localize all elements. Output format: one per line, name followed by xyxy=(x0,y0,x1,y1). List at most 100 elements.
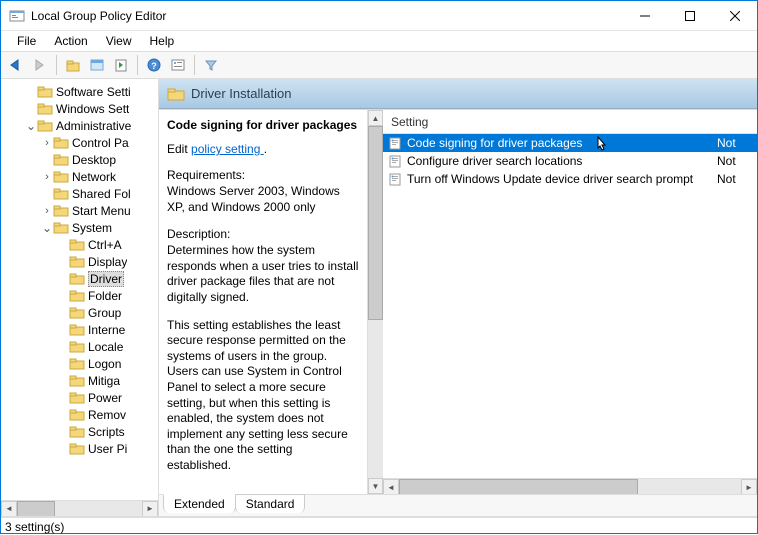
folder-icon xyxy=(69,238,85,252)
tree-item[interactable]: Shared Fol xyxy=(1,185,158,202)
tree-item-label: Administrative xyxy=(56,119,131,133)
menu-file[interactable]: File xyxy=(9,33,44,49)
folder-icon xyxy=(53,221,69,235)
menu-help[interactable]: Help xyxy=(142,33,183,49)
description-vertical-scrollbar[interactable]: ▲ ▼ xyxy=(367,110,383,494)
scroll-thumb[interactable] xyxy=(399,479,638,494)
tree-item[interactable]: ›Network xyxy=(1,168,158,185)
filter-button[interactable] xyxy=(200,54,222,76)
minimize-button[interactable] xyxy=(622,1,667,30)
edit-policy-link-row: Edit policy setting . xyxy=(167,142,359,156)
tree-item[interactable]: Mitiga xyxy=(1,372,158,389)
folder-icon xyxy=(53,204,69,218)
close-button[interactable] xyxy=(712,1,757,30)
scroll-right-button[interactable]: ► xyxy=(142,501,158,517)
tree-item[interactable]: Windows Sett xyxy=(1,100,158,117)
tab-extended[interactable]: Extended xyxy=(163,494,236,513)
help-button[interactable]: ? xyxy=(143,54,165,76)
folder-icon xyxy=(37,119,53,133)
settings-list-pane: Setting Code signing for driver packages… xyxy=(383,110,757,494)
tree-item[interactable]: Software Setti xyxy=(1,83,158,100)
maximize-button[interactable] xyxy=(667,1,712,30)
tree-item[interactable]: Display xyxy=(1,253,158,270)
back-button[interactable] xyxy=(5,54,27,76)
export-button[interactable] xyxy=(110,54,132,76)
scroll-left-button[interactable]: ◄ xyxy=(1,501,17,517)
tree-item[interactable]: › Control Pa xyxy=(1,134,158,151)
titlebar: Local Group Policy Editor xyxy=(1,1,757,31)
chevron-right-icon[interactable]: › xyxy=(41,137,53,149)
tree-item-label: Group xyxy=(88,306,121,320)
tree-item[interactable]: Ctrl+A xyxy=(1,236,158,253)
tree-item[interactable]: Driver xyxy=(1,270,158,287)
scroll-down-button[interactable]: ▼ xyxy=(368,478,383,494)
tree-item-label: Control Pa xyxy=(72,136,129,150)
list-setting-state: Not xyxy=(717,172,757,186)
content-header: Driver Installation xyxy=(159,79,757,109)
scroll-right-button[interactable]: ► xyxy=(741,479,757,494)
app-icon xyxy=(9,8,25,24)
tree-item[interactable]: Interne xyxy=(1,321,158,338)
up-button[interactable] xyxy=(62,54,84,76)
folder-icon xyxy=(53,187,69,201)
tree-item[interactable]: Logon xyxy=(1,355,158,372)
tree-horizontal-scrollbar[interactable]: ◄ ► xyxy=(1,500,158,516)
list-row[interactable]: Code signing for driver packagesNot xyxy=(383,134,757,152)
folder-icon xyxy=(69,306,85,320)
tree-item-label: Interne xyxy=(88,323,125,337)
toolbar-separator xyxy=(194,55,195,75)
window-title: Local Group Policy Editor xyxy=(31,9,622,23)
list-setting-name: Turn off Windows Update device driver se… xyxy=(407,172,717,186)
scroll-left-button[interactable]: ◄ xyxy=(383,479,399,494)
toolbar: ? xyxy=(1,51,757,79)
tree-item[interactable]: ⌄System xyxy=(1,219,158,236)
tree-item[interactable]: Locale xyxy=(1,338,158,355)
list-setting-state: Not xyxy=(717,154,757,168)
menu-view[interactable]: View xyxy=(98,33,140,49)
folder-icon xyxy=(53,170,69,184)
menu-action[interactable]: Action xyxy=(46,33,95,49)
scroll-thumb[interactable] xyxy=(368,126,383,320)
list-horizontal-scrollbar[interactable]: ◄ ► xyxy=(383,478,757,494)
refresh-button[interactable] xyxy=(86,54,108,76)
tab-standard[interactable]: Standard xyxy=(235,494,306,513)
scroll-up-button[interactable]: ▲ xyxy=(368,110,383,126)
folder-icon xyxy=(167,87,185,101)
tree-item-label: Driver xyxy=(88,271,124,287)
tree-item[interactable]: Remov xyxy=(1,406,158,423)
properties-button[interactable] xyxy=(167,54,189,76)
list-header[interactable]: Setting xyxy=(383,110,757,134)
tree-item[interactable]: ›Start Menu xyxy=(1,202,158,219)
tree-item[interactable]: Power xyxy=(1,389,158,406)
tree-item[interactable]: Folder xyxy=(1,287,158,304)
column-setting[interactable]: Setting xyxy=(391,115,757,129)
toolbar-separator xyxy=(137,55,138,75)
chevron-down-icon[interactable]: ⌄ xyxy=(25,119,37,133)
list-row[interactable]: Turn off Windows Update device driver se… xyxy=(383,170,757,188)
content-header-title: Driver Installation xyxy=(191,86,291,101)
toolbar-separator xyxy=(56,55,57,75)
folder-icon xyxy=(69,289,85,303)
folder-icon xyxy=(69,391,85,405)
folder-icon xyxy=(69,408,85,422)
folder-icon xyxy=(37,102,53,116)
description-text-2: This setting establishes the least secur… xyxy=(167,318,359,474)
list-setting-name: Configure driver search locations xyxy=(407,154,717,168)
scroll-thumb[interactable] xyxy=(17,501,55,517)
tree-item-label: User Pi xyxy=(88,442,127,456)
edit-policy-link[interactable]: policy setting xyxy=(191,142,264,156)
folder-icon xyxy=(69,272,85,286)
forward-button[interactable] xyxy=(29,54,51,76)
tree-item[interactable]: ⌄ Administrative xyxy=(1,117,158,134)
list-row[interactable]: Configure driver search locationsNot xyxy=(383,152,757,170)
tree-item[interactable]: Desktop xyxy=(1,151,158,168)
tree-item[interactable]: Scripts xyxy=(1,423,158,440)
tree-item-label: Shared Fol xyxy=(72,187,131,201)
folder-icon xyxy=(69,442,85,456)
tree-item[interactable]: Group xyxy=(1,304,158,321)
chevron-down-icon[interactable]: ⌄ xyxy=(41,221,53,235)
chevron-right-icon[interactable]: › xyxy=(41,205,53,217)
description-text-1: Determines how the system responds when … xyxy=(167,243,359,305)
chevron-right-icon[interactable]: › xyxy=(41,171,53,183)
tree-item[interactable]: User Pi xyxy=(1,440,158,457)
